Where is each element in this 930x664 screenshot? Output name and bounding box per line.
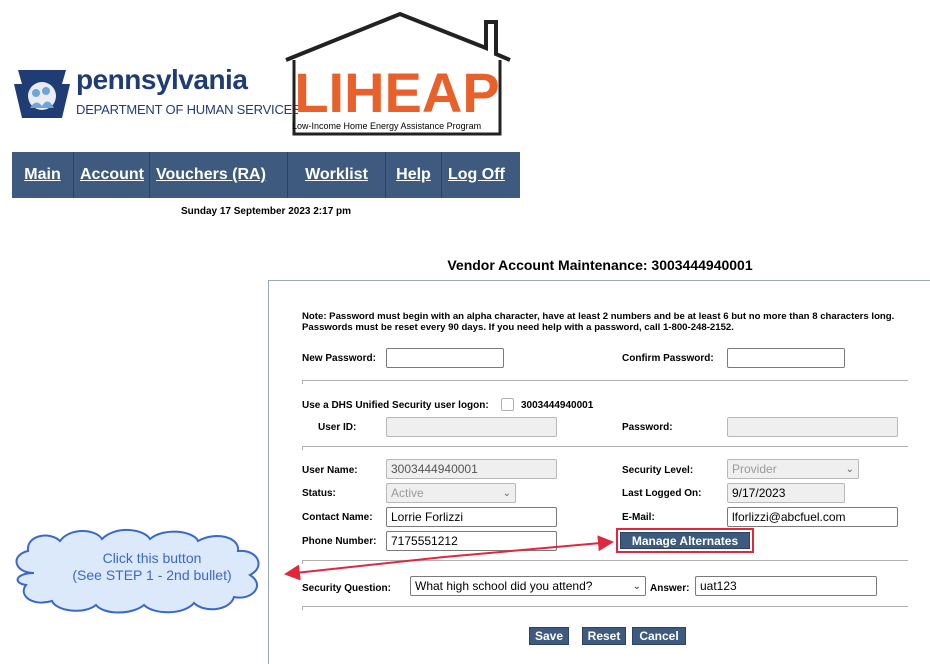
- new-password-input[interactable]: [386, 348, 504, 368]
- main-nav: Main Account Vouchers (RA) Worklist Help…: [12, 152, 520, 198]
- security-level-select[interactable]: Provider ⌄: [727, 459, 859, 479]
- security-question-value: What high school did you attend?: [415, 579, 593, 593]
- callout-text: Click this button (See STEP 1 - 2nd bull…: [42, 550, 262, 584]
- password-note: Note: Password must begin with an alpha …: [302, 311, 895, 333]
- divider: [302, 380, 908, 384]
- last-logged-input[interactable]: 9/17/2023: [727, 483, 845, 503]
- liheap-subtitle: Low-Income Home Energy Assistance Progra…: [292, 121, 482, 131]
- security-question-select[interactable]: What high school did you attend? ⌄: [410, 576, 646, 596]
- new-password-label: New Password:: [302, 353, 376, 364]
- callout-line-2: (See STEP 1 - 2nd bullet): [72, 567, 232, 583]
- liheap-logo-text: LIHEAP: [294, 61, 499, 124]
- status-label: Status:: [302, 488, 336, 499]
- nav-account[interactable]: Account: [74, 152, 150, 198]
- user-id-input[interactable]: [386, 417, 557, 437]
- page-title: Vendor Account Maintenance: 300344494000…: [447, 257, 753, 273]
- phone-number-input[interactable]: 7175551212: [386, 531, 557, 551]
- phone-number-label: Phone Number:: [302, 536, 377, 547]
- nav-log-off[interactable]: Log Off: [442, 152, 520, 198]
- unified-logon-label: Use a DHS Unified Security user logon:: [302, 400, 489, 411]
- contact-name-input[interactable]: Lorrie Forlizzi: [386, 507, 557, 527]
- liheap-logo: LIHEAP: [285, 11, 511, 136]
- user-name-label: User Name:: [302, 465, 358, 476]
- answer-label: Answer:: [650, 583, 690, 594]
- email-label: E-Mail:: [622, 512, 655, 523]
- unified-logon-checkbox[interactable]: [501, 398, 514, 411]
- chevron-down-icon: ⌄: [845, 463, 854, 475]
- save-button[interactable]: Save: [529, 627, 569, 645]
- chevron-down-icon: ⌄: [502, 487, 511, 499]
- user-id-label: User ID:: [318, 422, 357, 433]
- divider: [302, 446, 908, 450]
- security-level-value: Provider: [732, 462, 777, 476]
- nav-main[interactable]: Main: [12, 152, 74, 198]
- reset-button[interactable]: Reset: [582, 627, 626, 645]
- contact-name-label: Contact Name:: [302, 512, 373, 523]
- nav-worklist[interactable]: Worklist: [288, 152, 386, 198]
- confirm-password-label: Confirm Password:: [622, 353, 714, 364]
- security-level-label: Security Level:: [622, 465, 694, 476]
- status-value: Active: [391, 486, 424, 500]
- nav-help[interactable]: Help: [386, 152, 442, 198]
- confirm-password-input[interactable]: [727, 348, 845, 368]
- nav-vouchers[interactable]: Vouchers (RA): [150, 152, 288, 198]
- unified-password-label: Password:: [622, 422, 673, 433]
- security-question-label: Security Question:: [302, 583, 391, 594]
- chevron-down-icon: ⌄: [632, 580, 641, 592]
- pa-wordmark: pennsylvania: [76, 64, 248, 95]
- unified-account-number: 3003444940001: [521, 400, 594, 411]
- callout-line-1: Click this button: [102, 550, 202, 566]
- answer-input[interactable]: uat123: [695, 576, 877, 596]
- email-input[interactable]: lforlizzi@abcfuel.com: [727, 507, 898, 527]
- user-name-input[interactable]: 3003444940001: [386, 459, 557, 479]
- pa-department-name: DEPARTMENT OF HUMAN SERVICES: [76, 102, 301, 117]
- status-select[interactable]: Active ⌄: [386, 483, 516, 503]
- divider: [302, 560, 908, 564]
- manage-alternates-button[interactable]: Manage Alternates: [620, 532, 750, 549]
- cancel-button[interactable]: Cancel: [632, 627, 686, 645]
- last-logged-label: Last Logged On:: [622, 488, 702, 499]
- current-date: Sunday 17 September 2023 2:17 pm: [180, 206, 352, 217]
- unified-password-input[interactable]: [727, 417, 898, 437]
- pa-keystone-logo: [14, 70, 70, 118]
- divider: [302, 606, 908, 610]
